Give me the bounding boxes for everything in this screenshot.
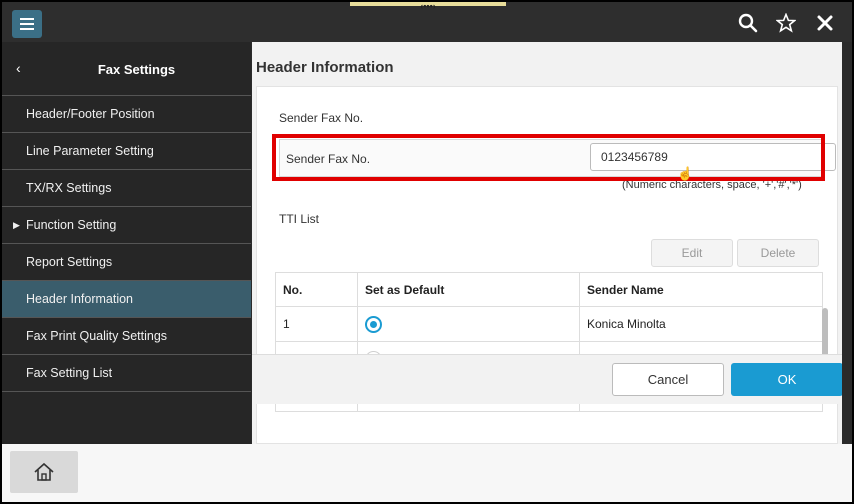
- sidebar-item-tx-rx-settings[interactable]: TX/RX Settings: [2, 170, 251, 207]
- sidebar-item-fax-print-quality-settings[interactable]: Fax Print Quality Settings: [2, 318, 251, 355]
- cancel-button[interactable]: Cancel: [612, 363, 724, 396]
- sidebar-item-report-settings[interactable]: Report Settings: [2, 244, 251, 281]
- sidebar-item-line-parameter-setting[interactable]: Line Parameter Setting: [2, 133, 251, 170]
- column-header-sender-name: Sender Name: [579, 272, 823, 307]
- ok-button[interactable]: OK: [731, 363, 843, 396]
- bottom-bar: [2, 444, 852, 502]
- default-cell: [357, 306, 580, 342]
- sidebar-item-label: Line Parameter Setting: [26, 144, 154, 158]
- row-number: 1: [275, 306, 358, 342]
- table-header-row: No. Set as Default Sender Name: [275, 272, 823, 307]
- sidebar-item-label: Fax Setting List: [26, 366, 113, 380]
- sender-section-label: Sender Fax No.: [279, 111, 364, 125]
- sidebar-header: ‹ Fax Settings: [2, 42, 251, 96]
- sidebar-item-label: Header Information: [26, 292, 134, 306]
- highlight-box: [272, 134, 825, 181]
- sidebar-item-label: TX/RX Settings: [26, 181, 112, 195]
- hamburger-menu-icon: [20, 18, 34, 30]
- tti-list-label: TTI List: [279, 212, 320, 226]
- right-rail: [842, 42, 852, 444]
- sidebar-item-header-footer-position[interactable]: Header/Footer Position: [2, 96, 251, 133]
- sidebar-item-label: Header/Footer Position: [26, 107, 155, 121]
- column-header-default: Set as Default: [357, 272, 580, 307]
- sidebar-item-fax-setting-list[interactable]: Fax Setting List: [2, 355, 251, 392]
- hand-cursor-icon: ☝: [677, 166, 694, 181]
- sidebar-item-label: Fax Print Quality Settings: [26, 329, 168, 343]
- expand-triangle-icon: ▶: [13, 220, 20, 230]
- edit-button[interactable]: Edit: [651, 239, 733, 267]
- close-icon: [817, 15, 833, 31]
- drag-handle[interactable]: ‹•••›: [414, 2, 442, 11]
- favorite-button[interactable]: [773, 10, 799, 36]
- default-radio-selected[interactable]: [365, 315, 382, 333]
- sidebar-item-function-setting[interactable]: ▶ Function Setting: [2, 207, 251, 244]
- app-frame: ‹•••› ‹ Fax Settings Header/Footer Posit…: [2, 2, 852, 502]
- close-button[interactable]: [812, 10, 838, 36]
- star-icon: [776, 13, 796, 33]
- top-bar: ‹•••›: [2, 2, 852, 42]
- sidebar-item-label: Report Settings: [26, 255, 113, 269]
- table-row[interactable]: 1 Konica Minolta: [275, 306, 823, 342]
- search-button[interactable]: [735, 10, 761, 36]
- sender-name-cell: Konica Minolta: [579, 306, 823, 342]
- search-icon: [738, 13, 758, 33]
- dialog-footer: Cancel OK: [252, 354, 843, 404]
- sidebar-item-header-information[interactable]: Header Information: [2, 281, 251, 318]
- sidebar-item-label: Function Setting: [26, 218, 117, 232]
- column-header-no: No.: [275, 272, 358, 307]
- home-button[interactable]: [10, 451, 78, 493]
- home-icon: [34, 462, 54, 481]
- delete-button[interactable]: Delete: [737, 239, 819, 267]
- page-title: Header Information: [256, 59, 394, 76]
- sidebar-title: Fax Settings: [97, 62, 176, 77]
- menu-button[interactable]: [12, 10, 42, 38]
- settings-sidebar: ‹ Fax Settings Header/Footer Position Li…: [2, 42, 251, 444]
